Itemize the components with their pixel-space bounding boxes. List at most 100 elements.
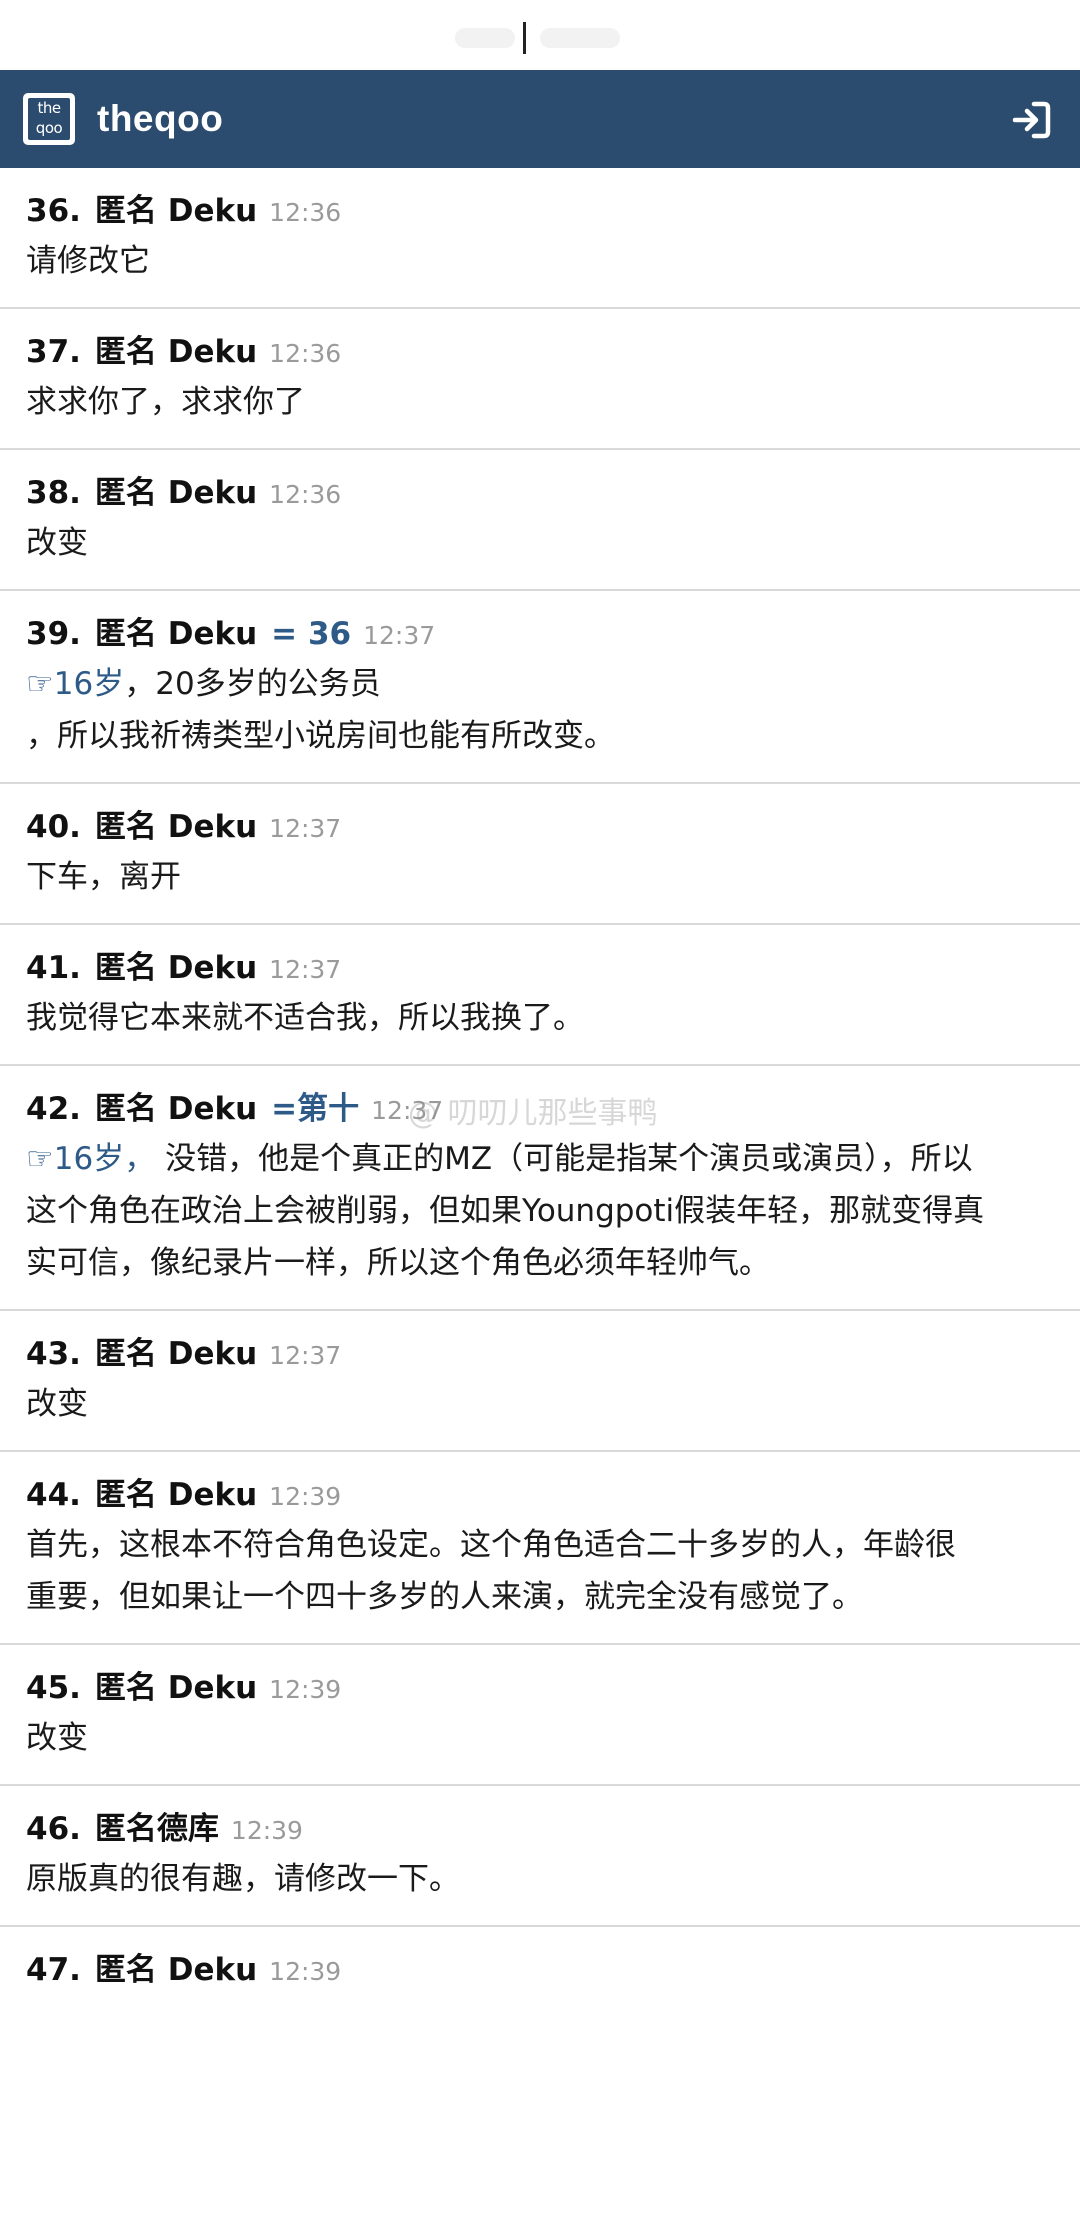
comment-text: 求求你了，求求你了: [26, 384, 305, 420]
comment-author: 匿名 Deku: [94, 809, 258, 845]
comment-author: 匿名 Deku: [94, 1670, 258, 1706]
comment-time: 12:37: [269, 814, 342, 843]
comment-item: 46. 匿名德库 12:39 原版真的很有趣，请修改一下。: [0, 1786, 1080, 1927]
status-bar-blur: [540, 28, 620, 48]
comment-item: 37. 匿名 Deku 12:36 求求你了，求求你了: [0, 309, 1080, 450]
comment-list: 36. 匿名 Deku 12:36 请修改它 37. 匿名 Deku 12:36 求求你了，求…: [0, 168, 1080, 1994]
comment-meta: 38. 匿名 Deku 12:36: [26, 467, 1054, 517]
comment-text: ，所以我祈祷类型小说房间也能有所改变。: [26, 718, 615, 754]
quote-reference-link[interactable]: ☞16岁: [26, 666, 124, 702]
comment-author: 匿名 Deku: [94, 616, 258, 652]
comment-text: 实可信，像纪录片一样，所以这个角色必须年轻帅气。: [26, 1245, 770, 1281]
comment-meta: 44. 匿名 Deku 12:39: [26, 1469, 1054, 1519]
comment-meta: 47. 匿名 Deku 12:39: [26, 1944, 1054, 1994]
comment-line: 原版真的很有趣，请修改一下。: [26, 1853, 1054, 1905]
comment-line: 改变: [26, 1712, 1054, 1764]
comment-body: 改变: [26, 1712, 1054, 1764]
comment-text: 重要，但如果让一个四十多岁的人来演，就完全没有感觉了。: [26, 1579, 863, 1615]
quote-reference-link[interactable]: ☞16岁，: [26, 1141, 155, 1177]
comment-number[interactable]: 38.: [26, 475, 81, 511]
comment-line: 改变: [26, 1378, 1054, 1430]
comment-meta: 43. 匿名 Deku 12:37: [26, 1328, 1054, 1378]
comment-item: 41. 匿名 Deku 12:37 我觉得它本来就不适合我，所以我换了。: [0, 925, 1080, 1066]
comment-number[interactable]: 46.: [26, 1811, 81, 1847]
comment-text: 首先，这根本不符合角色设定。这个角色适合二十多岁的人，年龄很: [26, 1527, 956, 1563]
watermark: @ 叨叨儿那些事鸭: [408, 1096, 658, 1131]
comment-line: 下车，离开: [26, 851, 1054, 903]
comment-author: 匿名 Deku: [94, 1091, 258, 1127]
comment-author: 匿名 Deku: [94, 1952, 258, 1988]
comment-time: 12:36: [269, 339, 342, 368]
comment-body: 求求你了，求求你了: [26, 376, 1054, 428]
login-button[interactable]: [1010, 98, 1054, 142]
comment-number[interactable]: 45.: [26, 1670, 81, 1706]
comment-text: 改变: [26, 1720, 88, 1756]
status-cursor: [523, 22, 526, 54]
comment-meta: 39. 匿名 Deku = 36 12:37: [26, 608, 1054, 658]
comment-line: 改变: [26, 517, 1054, 569]
comment-time: 12:39: [230, 1816, 303, 1845]
comment-line: 实可信，像纪录片一样，所以这个角色必须年轻帅气。: [26, 1237, 1054, 1289]
comment-time: 12:37: [269, 955, 342, 984]
comment-text: 这个角色在政治上会被削弱，但如果Youngpoti假装年轻，那就变得真: [26, 1193, 985, 1229]
logo-text: the qoo: [28, 98, 70, 140]
comment-text: 请修改它: [26, 243, 150, 279]
comment-number[interactable]: 44.: [26, 1477, 81, 1513]
comment-number[interactable]: 40.: [26, 809, 81, 845]
comment-body: 下车，离开: [26, 851, 1054, 903]
status-bar: [0, 0, 1080, 70]
app-title[interactable]: theqoo: [97, 98, 223, 140]
comment-meta: 40. 匿名 Deku 12:37: [26, 801, 1054, 851]
status-bar-blur: [455, 28, 515, 48]
comment-text: ，20多岁的公务员: [124, 666, 381, 702]
comment-meta: 45. 匿名 Deku 12:39: [26, 1662, 1054, 1712]
comment-number[interactable]: 37.: [26, 334, 81, 370]
comment-text: 改变: [26, 525, 88, 561]
comment-author: 匿名 Deku: [94, 475, 258, 511]
reply-reference-link[interactable]: = 36: [271, 616, 351, 652]
comment-number[interactable]: 47.: [26, 1952, 81, 1988]
comment-item: 45. 匿名 Deku 12:39 改变: [0, 1645, 1080, 1786]
app-header: the qoo theqoo: [0, 70, 1080, 168]
comment-meta: 37. 匿名 Deku 12:36: [26, 326, 1054, 376]
comment-line: 这个角色在政治上会被削弱，但如果Youngpoti假装年轻，那就变得真: [26, 1185, 1054, 1237]
theqoo-logo[interactable]: the qoo: [23, 93, 75, 145]
comment-time: 12:36: [269, 198, 342, 227]
comment-meta: 36. 匿名 Deku 12:36: [26, 185, 1054, 235]
comment-item: 40. 匿名 Deku 12:37 下车，离开: [0, 784, 1080, 925]
comment-body: 改变: [26, 517, 1054, 569]
comment-number[interactable]: 39.: [26, 616, 81, 652]
comment-time: 12:37: [363, 621, 436, 650]
comment-number[interactable]: 36.: [26, 193, 81, 229]
comment-body: 原版真的很有趣，请修改一下。: [26, 1853, 1054, 1905]
comment-number[interactable]: 43.: [26, 1336, 81, 1372]
comment-line: ，所以我祈祷类型小说房间也能有所改变。: [26, 710, 1054, 762]
comment-text: 下车，离开: [26, 859, 181, 895]
comment-text: 改变: [26, 1386, 88, 1422]
comment-author: 匿名德库: [94, 1811, 219, 1847]
comment-number[interactable]: 41.: [26, 950, 81, 986]
comment-meta: 41. 匿名 Deku 12:37: [26, 942, 1054, 992]
comment-body: ☞16岁，20多岁的公务员 ，所以我祈祷类型小说房间也能有所改变。: [26, 658, 1054, 762]
sign-in-icon: [1012, 101, 1051, 139]
comment-author: 匿名 Deku: [94, 193, 258, 229]
comment-line: ☞16岁， 没错，他是个真正的MZ（可能是指某个演员或演员），所以: [26, 1133, 1054, 1185]
comment-line: 首先，这根本不符合角色设定。这个角色适合二十多岁的人，年龄很: [26, 1519, 1054, 1571]
comment-item: 38. 匿名 Deku 12:36 改变: [0, 450, 1080, 591]
comment-body: 请修改它: [26, 235, 1054, 287]
comment-author: 匿名 Deku: [94, 1477, 258, 1513]
reply-reference-link[interactable]: =第十: [271, 1083, 359, 1128]
comment-number[interactable]: 42.: [26, 1091, 81, 1127]
comment-item: 36. 匿名 Deku 12:36 请修改它: [0, 168, 1080, 309]
comment-line: ☞16岁，20多岁的公务员: [26, 658, 1054, 710]
comment-line: 求求你了，求求你了: [26, 376, 1054, 428]
comment-item: 47. 匿名 Deku 12:39: [0, 1927, 1080, 1994]
comment-item: 39. 匿名 Deku = 36 12:37 ☞16岁，20多岁的公务员 ，所以我祈祷类型…: [0, 591, 1080, 784]
comment-text: 没错，他是个真正的MZ（可能是指某个演员或演员），所以: [155, 1141, 973, 1177]
comment-time: 12:39: [269, 1482, 342, 1511]
comment-meta: 46. 匿名德库 12:39: [26, 1803, 1054, 1853]
comment-time: 12:37: [269, 1341, 342, 1370]
comment-body: 改变: [26, 1378, 1054, 1430]
comment-item: 44. 匿名 Deku 12:39 首先，这根本不符合角色设定。这个角色适合二十多岁的…: [0, 1452, 1080, 1645]
comment-time: 12:36: [269, 480, 342, 509]
